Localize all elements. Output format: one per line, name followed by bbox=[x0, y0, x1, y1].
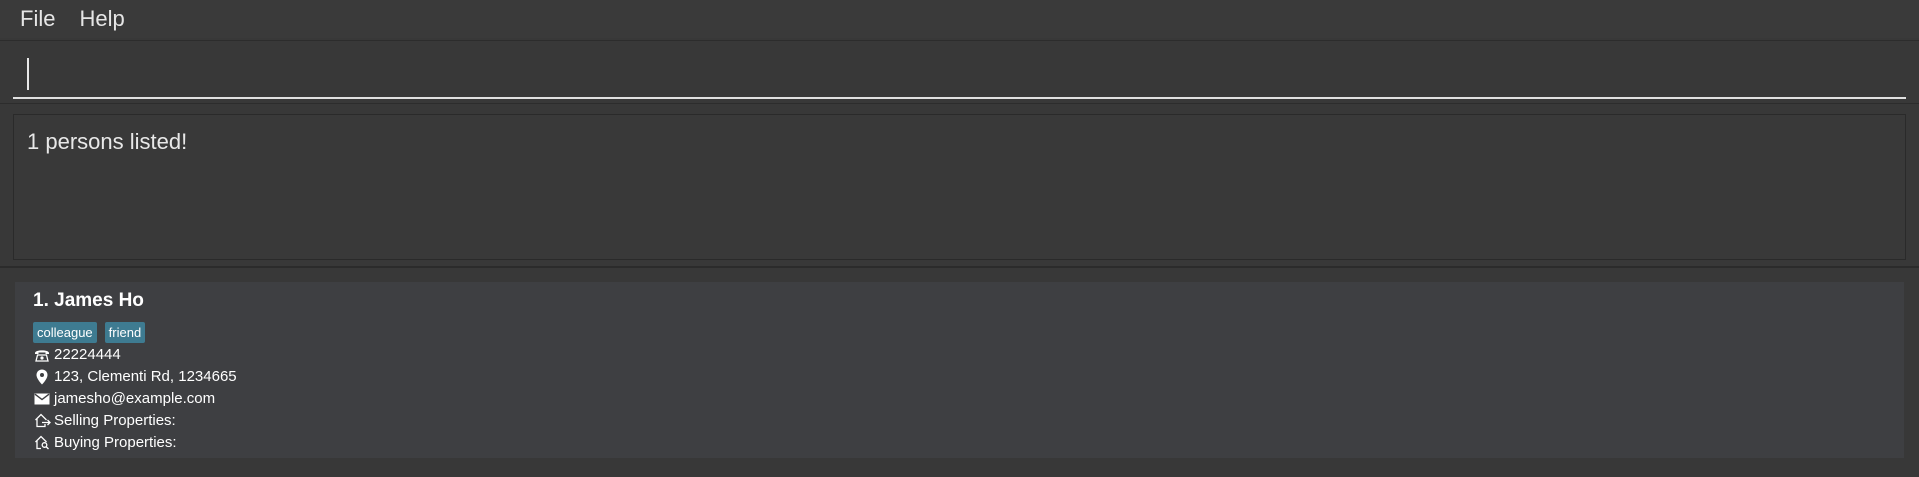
mail-icon bbox=[33, 391, 51, 407]
email-field: jamesho@example.com bbox=[33, 390, 215, 407]
menu-file[interactable]: File bbox=[8, 0, 67, 38]
result-message: 1 persons listed! bbox=[27, 129, 188, 154]
tag-list: colleague friend bbox=[33, 322, 146, 343]
location-pin-icon bbox=[33, 369, 51, 385]
person-card[interactable]: 1. James Ho colleague friend 22224444 12… bbox=[15, 282, 1904, 458]
result-display-panel: 1 persons listed! bbox=[0, 106, 1919, 268]
command-box-panel bbox=[0, 40, 1919, 104]
selling-properties-field: Selling Properties: bbox=[33, 412, 176, 429]
phone-value: 22224444 bbox=[54, 346, 121, 363]
menu-bar: File Help bbox=[0, 0, 1919, 38]
person-list[interactable]: 1. James Ho colleague friend 22224444 12… bbox=[0, 270, 1919, 477]
menu-help[interactable]: Help bbox=[67, 0, 136, 38]
tag-colleague: colleague bbox=[33, 322, 97, 343]
buying-properties-field: Buying Properties: bbox=[33, 434, 177, 451]
house-search-icon bbox=[33, 435, 51, 451]
selling-properties-label: Selling Properties: bbox=[54, 412, 176, 429]
phone-icon bbox=[33, 347, 51, 363]
address-value: 123, Clementi Rd, 1234665 bbox=[54, 368, 237, 385]
tag-friend: friend bbox=[104, 322, 146, 343]
command-input[interactable] bbox=[13, 51, 1906, 99]
result-display: 1 persons listed! bbox=[13, 114, 1906, 260]
phone-field: 22224444 bbox=[33, 346, 121, 363]
text-caret bbox=[27, 58, 29, 90]
address-field: 123, Clementi Rd, 1234665 bbox=[33, 368, 237, 385]
person-name: 1. James Ho bbox=[33, 290, 144, 311]
buying-properties-label: Buying Properties: bbox=[54, 434, 177, 451]
email-value: jamesho@example.com bbox=[54, 390, 216, 407]
house-out-icon bbox=[33, 413, 51, 429]
